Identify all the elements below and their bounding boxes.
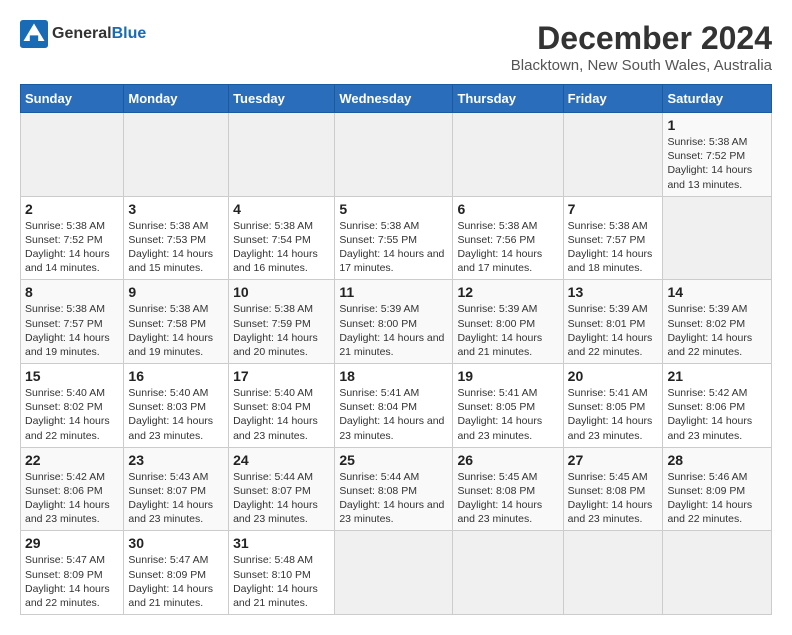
- calendar-day-28: 28Sunrise: 5:46 AMSunset: 8:09 PMDayligh…: [663, 447, 772, 531]
- calendar-day-19: 19Sunrise: 5:41 AMSunset: 8:05 PMDayligh…: [453, 364, 563, 448]
- title-area: December 2024 Blacktown, New South Wales…: [511, 20, 772, 74]
- calendar-day-9: 9Sunrise: 5:38 AMSunset: 7:58 PMDaylight…: [124, 280, 229, 364]
- calendar-day-13: 13Sunrise: 5:39 AMSunset: 8:01 PMDayligh…: [563, 280, 663, 364]
- calendar-day-6: 6Sunrise: 5:38 AMSunset: 7:56 PMDaylight…: [453, 196, 563, 280]
- calendar-day-21: 21Sunrise: 5:42 AMSunset: 8:06 PMDayligh…: [663, 364, 772, 448]
- logo: GeneralBlue: [20, 20, 146, 48]
- weekday-header-row: SundayMondayTuesdayWednesdayThursdayFrid…: [21, 85, 772, 113]
- logo-blue: Blue: [112, 25, 147, 42]
- calendar-day-16: 16Sunrise: 5:40 AMSunset: 8:03 PMDayligh…: [124, 364, 229, 448]
- header: GeneralBlue December 2024 Blacktown, New…: [20, 20, 772, 74]
- calendar-day-22: 22Sunrise: 5:42 AMSunset: 8:06 PMDayligh…: [21, 447, 124, 531]
- calendar-week-6: 29Sunrise: 5:47 AMSunset: 8:09 PMDayligh…: [21, 531, 772, 615]
- empty-cell: [563, 113, 663, 197]
- weekday-header-saturday: Saturday: [663, 85, 772, 113]
- page-subtitle: Blacktown, New South Wales, Australia: [511, 57, 772, 74]
- weekday-header-friday: Friday: [563, 85, 663, 113]
- calendar-day-27: 27Sunrise: 5:45 AMSunset: 8:08 PMDayligh…: [563, 447, 663, 531]
- logo-general: General: [52, 25, 112, 42]
- calendar-day-29: 29Sunrise: 5:47 AMSunset: 8:09 PMDayligh…: [21, 531, 124, 615]
- calendar-day-4: 4Sunrise: 5:38 AMSunset: 7:54 PMDaylight…: [229, 196, 335, 280]
- weekday-header-tuesday: Tuesday: [229, 85, 335, 113]
- calendar-week-5: 22Sunrise: 5:42 AMSunset: 8:06 PMDayligh…: [21, 447, 772, 531]
- empty-cell: [663, 531, 772, 615]
- empty-cell: [563, 531, 663, 615]
- page-title: December 2024: [511, 20, 772, 57]
- calendar-day-1: 1Sunrise: 5:38 AMSunset: 7:52 PMDaylight…: [663, 113, 772, 197]
- calendar-week-3: 8Sunrise: 5:38 AMSunset: 7:57 PMDaylight…: [21, 280, 772, 364]
- calendar-day-20: 20Sunrise: 5:41 AMSunset: 8:05 PMDayligh…: [563, 364, 663, 448]
- calendar-day-23: 23Sunrise: 5:43 AMSunset: 8:07 PMDayligh…: [124, 447, 229, 531]
- weekday-header-thursday: Thursday: [453, 85, 563, 113]
- calendar-day-31: 31Sunrise: 5:48 AMSunset: 8:10 PMDayligh…: [229, 531, 335, 615]
- empty-cell: [229, 113, 335, 197]
- calendar-day-2: 2Sunrise: 5:38 AMSunset: 7:52 PMDaylight…: [21, 196, 124, 280]
- calendar-week-4: 15Sunrise: 5:40 AMSunset: 8:02 PMDayligh…: [21, 364, 772, 448]
- calendar-day-25: 25Sunrise: 5:44 AMSunset: 8:08 PMDayligh…: [335, 447, 453, 531]
- empty-cell: [335, 531, 453, 615]
- empty-cell: [21, 113, 124, 197]
- weekday-header-sunday: Sunday: [21, 85, 124, 113]
- empty-cell: [663, 196, 772, 280]
- calendar-day-15: 15Sunrise: 5:40 AMSunset: 8:02 PMDayligh…: [21, 364, 124, 448]
- weekday-header-monday: Monday: [124, 85, 229, 113]
- calendar-day-24: 24Sunrise: 5:44 AMSunset: 8:07 PMDayligh…: [229, 447, 335, 531]
- calendar-day-7: 7Sunrise: 5:38 AMSunset: 7:57 PMDaylight…: [563, 196, 663, 280]
- calendar-day-30: 30Sunrise: 5:47 AMSunset: 8:09 PMDayligh…: [124, 531, 229, 615]
- calendar-day-14: 14Sunrise: 5:39 AMSunset: 8:02 PMDayligh…: [663, 280, 772, 364]
- logo-icon: [20, 20, 48, 48]
- calendar-table: SundayMondayTuesdayWednesdayThursdayFrid…: [20, 84, 772, 615]
- calendar-day-8: 8Sunrise: 5:38 AMSunset: 7:57 PMDaylight…: [21, 280, 124, 364]
- calendar-day-3: 3Sunrise: 5:38 AMSunset: 7:53 PMDaylight…: [124, 196, 229, 280]
- calendar-day-18: 18Sunrise: 5:41 AMSunset: 8:04 PMDayligh…: [335, 364, 453, 448]
- empty-cell: [453, 531, 563, 615]
- empty-cell: [453, 113, 563, 197]
- empty-cell: [335, 113, 453, 197]
- calendar-day-17: 17Sunrise: 5:40 AMSunset: 8:04 PMDayligh…: [229, 364, 335, 448]
- calendar-day-12: 12Sunrise: 5:39 AMSunset: 8:00 PMDayligh…: [453, 280, 563, 364]
- weekday-header-wednesday: Wednesday: [335, 85, 453, 113]
- calendar-week-1: 1Sunrise: 5:38 AMSunset: 7:52 PMDaylight…: [21, 113, 772, 197]
- calendar-day-5: 5Sunrise: 5:38 AMSunset: 7:55 PMDaylight…: [335, 196, 453, 280]
- empty-cell: [124, 113, 229, 197]
- calendar-week-2: 2Sunrise: 5:38 AMSunset: 7:52 PMDaylight…: [21, 196, 772, 280]
- calendar-day-11: 11Sunrise: 5:39 AMSunset: 8:00 PMDayligh…: [335, 280, 453, 364]
- calendar-day-26: 26Sunrise: 5:45 AMSunset: 8:08 PMDayligh…: [453, 447, 563, 531]
- calendar-day-10: 10Sunrise: 5:38 AMSunset: 7:59 PMDayligh…: [229, 280, 335, 364]
